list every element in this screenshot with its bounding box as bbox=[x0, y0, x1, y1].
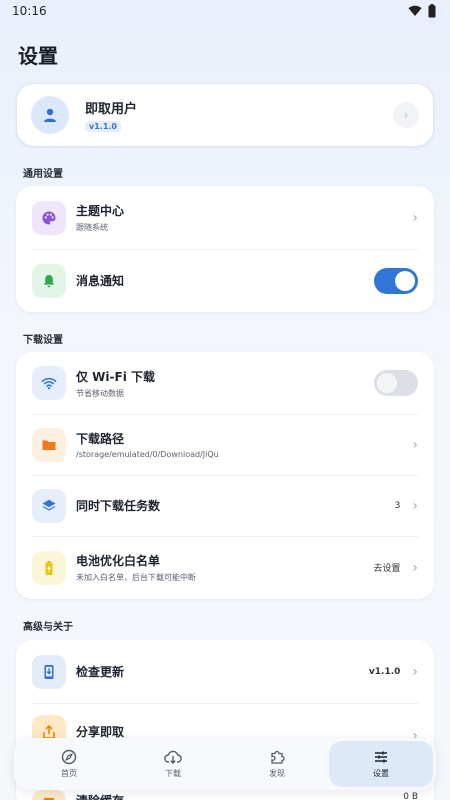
notification-toggle[interactable] bbox=[374, 267, 418, 294]
battery-whitelist-title: 电池优化白名单 bbox=[76, 554, 161, 568]
clear-cache-title: 清除缓存 bbox=[76, 792, 124, 800]
user-icon bbox=[44, 108, 56, 122]
status-time: 10:16 bbox=[12, 4, 47, 18]
nav-settings[interactable]: 设置 bbox=[329, 741, 433, 787]
page-title: 设置 bbox=[18, 44, 58, 68]
battery-whitelist-action: 去设置 bbox=[373, 564, 401, 574]
download-path-row[interactable]: 下载路径 /storage/emulated/0/Download/JiQu › bbox=[16, 414, 434, 475]
palette-icon bbox=[42, 211, 56, 224]
download-settings-card: 仅 Wi-Fi 下载 节省移动数据 下载路径 /storage/emulated… bbox=[16, 352, 434, 599]
check-update-row[interactable]: 检查更新 v1.1.0 › bbox=[16, 640, 434, 703]
theme-center-subtitle: 跟随系统 bbox=[76, 223, 108, 232]
theme-center-row[interactable]: 主题中心 跟随系统 › bbox=[16, 186, 434, 249]
clear-cache-value: 0 B bbox=[403, 792, 418, 800]
battery-whitelist-row[interactable]: 电池优化白名单 未加入白名单，后台下载可能中断 去设置 › bbox=[16, 536, 434, 599]
puzzle-icon bbox=[271, 750, 285, 764]
concurrent-tasks-value: 3 bbox=[394, 500, 401, 511]
concurrent-tasks-row[interactable]: 同时下载任务数 3 › bbox=[16, 475, 434, 536]
wifi-icon bbox=[41, 377, 57, 390]
check-update-title: 检查更新 bbox=[76, 665, 125, 679]
wifi-only-row: 仅 Wi-Fi 下载 节省移动数据 bbox=[16, 352, 434, 414]
cloud-download-icon bbox=[164, 750, 182, 764]
compass-icon bbox=[61, 749, 77, 765]
chevron-right-icon: › bbox=[412, 436, 418, 453]
concurrent-tasks-title: 同时下载任务数 bbox=[76, 499, 161, 513]
theme-icon-box bbox=[32, 200, 66, 235]
general-settings-card: 主题中心 跟随系统 › 消息通知 bbox=[16, 186, 434, 312]
battery-whitelist-subtitle: 未加入白名单，后台下载可能中断 bbox=[76, 573, 196, 582]
nav-home[interactable]: 首页 bbox=[17, 741, 121, 787]
chevron-right-icon: › bbox=[412, 209, 418, 226]
nav-settings-label: 设置 bbox=[373, 769, 389, 778]
wifi-icon-box bbox=[32, 366, 66, 400]
nav-download-label: 下载 bbox=[165, 769, 181, 778]
cache-icon-box bbox=[32, 790, 66, 800]
wifi-signal-icon bbox=[408, 5, 422, 17]
bottom-navigation: 首页 下载 发现 设置 bbox=[14, 738, 436, 790]
nav-home-label: 首页 bbox=[61, 769, 77, 778]
profile-name: 即取用户 bbox=[85, 102, 138, 117]
chevron-right-icon: › bbox=[412, 497, 418, 514]
check-update-version: v1.1.0 bbox=[368, 666, 401, 677]
wifi-only-title: 仅 Wi-Fi 下载 bbox=[76, 369, 155, 384]
section-label-download: 下载设置 bbox=[23, 335, 63, 346]
phone-update-icon bbox=[44, 664, 54, 679]
version-badge: v1.1.0 bbox=[85, 121, 121, 132]
layers-icon-box bbox=[32, 488, 66, 523]
status-bar: 10:16 bbox=[0, 0, 450, 22]
folder-icon bbox=[42, 440, 56, 450]
chevron-right-icon: › bbox=[403, 108, 409, 122]
nav-discover-label: 发现 bbox=[269, 769, 285, 778]
profile-arrow-button[interactable]: › bbox=[393, 102, 419, 128]
download-path-subtitle: /storage/emulated/0/Download/JiQu bbox=[76, 450, 219, 459]
section-label-general: 通用设置 bbox=[23, 169, 63, 180]
avatar bbox=[31, 96, 69, 134]
folder-icon-box bbox=[32, 427, 66, 462]
notification-title: 消息通知 bbox=[76, 274, 125, 288]
chevron-right-icon: › bbox=[412, 663, 418, 680]
wifi-only-toggle[interactable] bbox=[374, 370, 418, 396]
sliders-icon bbox=[375, 751, 387, 763]
trash-icon bbox=[44, 798, 54, 800]
nav-download[interactable]: 下载 bbox=[121, 741, 225, 787]
notification-row: 消息通知 bbox=[16, 249, 434, 312]
battery-icon bbox=[428, 4, 436, 18]
theme-center-title: 主题中心 bbox=[76, 204, 125, 218]
section-label-advanced: 高级与关于 bbox=[23, 622, 73, 633]
nav-discover[interactable]: 发现 bbox=[225, 741, 329, 787]
chevron-right-icon: › bbox=[412, 559, 418, 576]
profile-card[interactable]: 即取用户 v1.1.0 › bbox=[16, 83, 434, 147]
download-path-title: 下载路径 bbox=[76, 432, 125, 446]
notification-icon-box bbox=[32, 263, 66, 298]
update-icon-box bbox=[32, 654, 66, 689]
layers-icon bbox=[42, 499, 56, 511]
battery-icon-box bbox=[32, 550, 66, 585]
wifi-only-subtitle: 节省移动数据 bbox=[76, 388, 124, 398]
battery-charging-icon bbox=[45, 560, 53, 575]
bell-icon bbox=[43, 274, 55, 287]
